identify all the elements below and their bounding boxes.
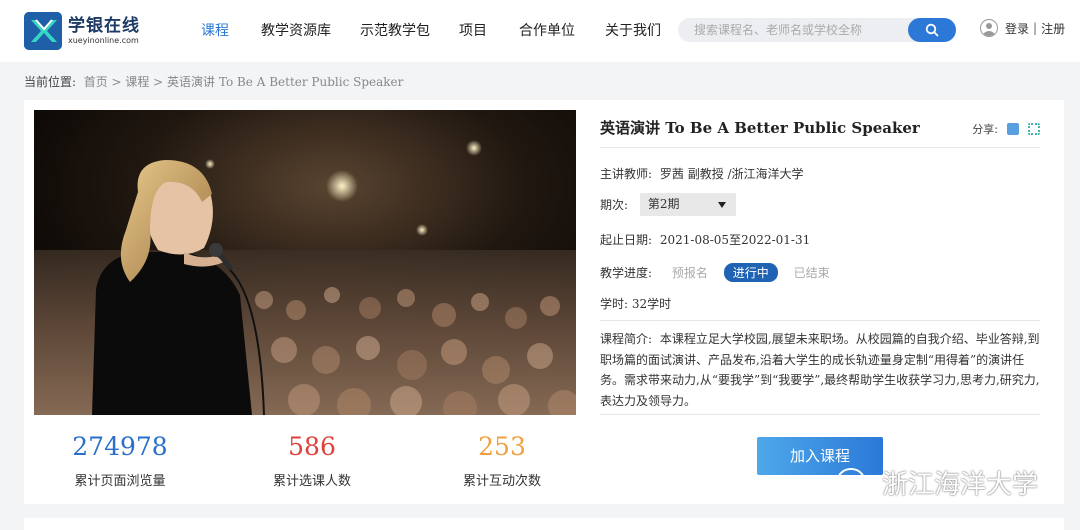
breadcrumb-lead: 当前位置: [24,75,77,89]
watermark-text: 浙江海洋大学 [882,470,1039,500]
stat-value: 274978 [72,432,168,461]
course-cover-image [34,110,576,415]
stat-label: 累计页面浏览量 [74,474,166,489]
hours-value: 32学时 [631,297,672,311]
search-bar [678,18,956,42]
nav-item-resource-library[interactable]: 教学资源库 [261,0,331,62]
course-card: 274978 累计页面浏览量 586 累计选课人数 253 累计互动次数 英语演… [24,100,1064,504]
intro-divider [600,414,1040,415]
stat-enrollments: 586 累计选课人数 [232,430,392,489]
next-section-edge [24,518,1064,530]
hours-label: 学时: [600,297,629,311]
dates-row: 起止日期: 2021-08-05至2022-01-31 [600,231,810,248]
stage-pre-registration: 预报名 [671,266,708,280]
stat-value: 253 [478,432,526,461]
term-select[interactable]: 第2期 [639,193,736,216]
wechat-icon [837,467,874,497]
logo-mark-icon [24,12,62,50]
stage-ended: 已结束 [793,266,830,280]
user-icon[interactable] [980,19,998,37]
hours-row: 学时: 32学时 [600,295,671,312]
nav-item-partners[interactable]: 合作单位 [519,0,575,62]
breadcrumb-path[interactable]: 首页 > 课程 > 英语演讲 To Be A Better Public Spe… [84,75,404,89]
dropdown-arrow-icon [717,202,726,208]
teacher-label: 主讲教师: [600,167,653,181]
stage-in-progress: 进行中 [723,263,778,282]
term-row: 期次: 第2期 [600,193,736,216]
login-separator: | [1033,21,1038,35]
nav-item-courses[interactable]: 课程 [201,0,229,62]
breadcrumb: 当前位置: 首页 > 课程 > 英语演讲 To Be A Better Publ… [24,73,403,90]
share-area: 分享: [972,121,1040,137]
nav-item-demo-packages[interactable]: 示范教学包 [360,0,430,62]
dates-value: 2021-08-05至2022-01-31 [659,233,811,247]
search-button[interactable] [908,18,956,42]
term-selected: 第2期 [647,197,680,211]
brand-name: 学银在线 [68,16,140,36]
share-label: 分享: [972,123,998,136]
intro-text: 本课程立足大学校园,展望未来职场。从校园篇的自我介绍、毕业答辩,到职场篇的面试演… [600,332,1040,408]
stat-value: 586 [288,432,336,461]
stat-label: 累计互动次数 [462,474,541,489]
term-label: 期次: [600,198,629,212]
user-area: 登录 | 注册 [980,19,1065,37]
intro-label: 课程简介: [600,332,653,346]
nav-item-about[interactable]: 关于我们 [605,0,661,62]
progress-row: 教学进度: 预报名 进行中 已结束 [600,263,830,282]
stat-interactions: 253 累计互动次数 [422,430,582,489]
progress-label: 教学进度: [600,266,653,280]
search-icon [925,23,939,37]
register-link[interactable]: 注册 [1041,20,1065,37]
nav-item-projects[interactable]: 项目 [459,0,487,62]
course-info: 英语演讲 To Be A Better Public Speaker 分享: 主… [600,110,1040,415]
search-input[interactable] [678,18,906,42]
course-title-row: 英语演讲 To Be A Better Public Speaker 分享: [600,110,1040,148]
watermark: 浙江海洋大学 [836,464,1038,501]
brand-domain: xueyinonline.com [68,36,139,45]
course-stats: 274978 累计页面浏览量 586 累计选课人数 253 累计互动次数 [34,430,594,500]
teacher-row: 主讲教师: 罗茜 副教授 /浙江海洋大学 [600,165,804,182]
site-logo[interactable]: 学银在线 xueyinonline.com [24,12,140,50]
login-link[interactable]: 登录 [1005,20,1029,37]
stat-label: 累计选课人数 [272,474,351,489]
course-intro: 课程简介: 本课程立足大学校园,展望未来职场。从校园篇的自我介绍、毕业答辩,到职… [600,329,1040,411]
top-header: 学银在线 xueyinonline.com 课程 教学资源库 示范教学包 项目 … [0,0,1080,62]
qr-code-icon[interactable] [1028,123,1040,135]
teacher-name: 罗茜 副教授 /浙江海洋大学 [659,167,804,181]
info-divider [600,320,1040,321]
stat-page-views: 274978 累计页面浏览量 [40,430,200,489]
dates-label: 起止日期: [600,233,653,247]
share-book-icon[interactable] [1007,123,1019,135]
